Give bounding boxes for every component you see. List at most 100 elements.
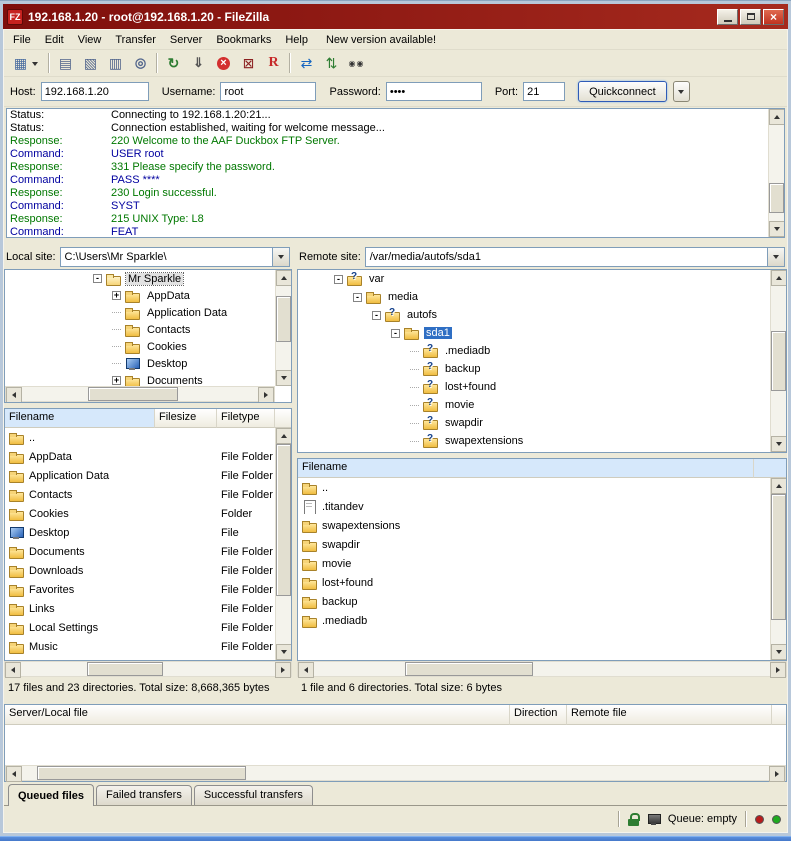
local-list-scrollbar[interactable] bbox=[275, 428, 291, 660]
host-input[interactable] bbox=[41, 82, 149, 101]
cancel-button[interactable] bbox=[211, 52, 236, 75]
site-manager-button[interactable] bbox=[7, 52, 45, 75]
scroll-down-button[interactable] bbox=[769, 221, 785, 237]
tree-expander[interactable] bbox=[112, 376, 121, 385]
tree-item[interactable]: swapextensions bbox=[298, 432, 786, 450]
maximize-button[interactable] bbox=[740, 9, 761, 25]
tree-item[interactable]: Contacts bbox=[5, 321, 291, 338]
tree-expander[interactable] bbox=[112, 359, 121, 368]
scroll-left-button[interactable] bbox=[6, 387, 22, 403]
menu-item[interactable]: Transfer bbox=[108, 32, 163, 48]
tree-expander[interactable] bbox=[334, 275, 343, 284]
password-input[interactable] bbox=[386, 82, 482, 101]
close-button[interactable] bbox=[763, 9, 784, 25]
transfer-tab[interactable]: Queued files bbox=[8, 784, 94, 806]
scroll-up-button[interactable] bbox=[276, 270, 292, 286]
file-row[interactable]: Favorites File Folder bbox=[5, 580, 275, 599]
remote-list-scrollbar[interactable] bbox=[770, 478, 786, 660]
transfer-tab[interactable]: Successful transfers bbox=[194, 785, 313, 805]
file-row[interactable]: .. bbox=[298, 478, 770, 497]
scroll-right-button[interactable] bbox=[275, 662, 291, 678]
disconnect-button[interactable] bbox=[236, 52, 261, 75]
column-header[interactable]: Filename bbox=[298, 459, 754, 478]
tree-item[interactable]: Cookies bbox=[5, 338, 291, 355]
file-row[interactable]: Contacts File Folder bbox=[5, 485, 275, 504]
tree-item[interactable]: swapdir bbox=[298, 414, 786, 432]
file-row[interactable]: AppData File Folder bbox=[5, 447, 275, 466]
file-row[interactable]: backup bbox=[298, 592, 770, 611]
find-files-button[interactable] bbox=[344, 52, 369, 75]
scroll-left-button[interactable] bbox=[5, 662, 21, 678]
tree-expander[interactable] bbox=[410, 365, 419, 374]
tree-expander[interactable] bbox=[410, 347, 419, 356]
column-header[interactable]: Filesize bbox=[155, 409, 217, 428]
tree-item[interactable]: AppData bbox=[5, 287, 291, 304]
queue-column-header[interactable]: Server/Local file bbox=[5, 705, 510, 725]
port-input[interactable] bbox=[523, 82, 565, 101]
scroll-left-button[interactable] bbox=[298, 662, 314, 678]
tree-expander[interactable] bbox=[112, 308, 121, 317]
scroll-right-button[interactable] bbox=[770, 662, 786, 678]
file-row[interactable]: Music File Folder bbox=[5, 637, 275, 656]
file-row[interactable]: swapdir bbox=[298, 535, 770, 554]
menu-item[interactable]: View bbox=[71, 32, 109, 48]
scroll-up-button[interactable] bbox=[769, 109, 785, 125]
file-row[interactable]: .mediadb bbox=[298, 611, 770, 630]
tree-item[interactable]: media bbox=[298, 288, 786, 306]
process-queue-button[interactable] bbox=[186, 52, 211, 75]
column-header[interactable]: Filetype bbox=[217, 409, 275, 428]
file-row[interactable]: Cookies Folder bbox=[5, 504, 275, 523]
tree-expander[interactable] bbox=[353, 293, 362, 302]
remote-site-combobox[interactable]: /var/media/autofs/sda1 bbox=[365, 247, 785, 267]
scroll-right-button[interactable] bbox=[769, 766, 785, 782]
column-header[interactable]: Filename bbox=[5, 409, 155, 428]
tree-expander[interactable] bbox=[372, 311, 381, 320]
scroll-down-button[interactable] bbox=[771, 436, 787, 452]
file-row[interactable]: Application Data File Folder bbox=[5, 466, 275, 485]
tree-item[interactable]: backup bbox=[298, 360, 786, 378]
tree-expander[interactable] bbox=[112, 325, 121, 334]
file-row[interactable]: Local Settings File Folder bbox=[5, 618, 275, 637]
scroll-up-button[interactable] bbox=[771, 270, 787, 286]
local-tree-hscrollbar[interactable] bbox=[5, 386, 275, 402]
log-scrollbar[interactable] bbox=[768, 109, 784, 237]
minimize-button[interactable] bbox=[717, 9, 738, 25]
tree-expander[interactable] bbox=[410, 401, 419, 410]
tree-item[interactable]: movie bbox=[298, 396, 786, 414]
queue-column-header[interactable]: Direction bbox=[510, 705, 567, 725]
scroll-left-button[interactable] bbox=[6, 766, 22, 782]
tree-expander[interactable] bbox=[410, 437, 419, 446]
remote-tree-scrollbar[interactable] bbox=[770, 270, 786, 452]
file-row[interactable]: .. bbox=[5, 428, 275, 447]
tree-item[interactable]: Desktop bbox=[5, 355, 291, 372]
tree-item[interactable]: sda1 bbox=[298, 324, 786, 342]
local-list-hscrollbar[interactable] bbox=[4, 661, 292, 677]
menu-item[interactable]: File bbox=[6, 32, 38, 48]
transfer-tab[interactable]: Failed transfers bbox=[96, 785, 192, 805]
tree-item[interactable]: dvd bbox=[298, 450, 786, 453]
tree-item[interactable]: var bbox=[298, 270, 786, 288]
toggle-remote-tree-button[interactable] bbox=[103, 52, 128, 75]
tree-expander[interactable] bbox=[391, 329, 400, 338]
local-tree-scrollbar[interactable] bbox=[275, 270, 291, 386]
tree-item[interactable]: autofs bbox=[298, 306, 786, 324]
menu-item[interactable]: Bookmarks bbox=[209, 32, 278, 48]
scroll-down-button[interactable] bbox=[276, 644, 291, 660]
scroll-up-button[interactable] bbox=[771, 478, 786, 494]
reconnect-button[interactable] bbox=[261, 52, 286, 75]
file-row[interactable]: lost+found bbox=[298, 573, 770, 592]
combo-arrow-button[interactable] bbox=[767, 248, 784, 266]
menu-item[interactable]: Help bbox=[278, 32, 315, 48]
toggle-log-button[interactable] bbox=[53, 52, 78, 75]
refresh-button[interactable] bbox=[161, 52, 186, 75]
tree-item[interactable]: .mediadb bbox=[298, 342, 786, 360]
file-row[interactable]: Downloads File Folder bbox=[5, 561, 275, 580]
synchronized-browsing-button[interactable] bbox=[319, 52, 344, 75]
scroll-down-button[interactable] bbox=[771, 644, 786, 660]
menu-item[interactable]: Edit bbox=[38, 32, 71, 48]
scroll-down-button[interactable] bbox=[276, 370, 292, 386]
tree-item[interactable]: Application Data bbox=[5, 304, 291, 321]
menu-item[interactable]: Server bbox=[163, 32, 209, 48]
tree-expander[interactable] bbox=[112, 342, 121, 351]
scroll-right-button[interactable] bbox=[258, 387, 274, 403]
